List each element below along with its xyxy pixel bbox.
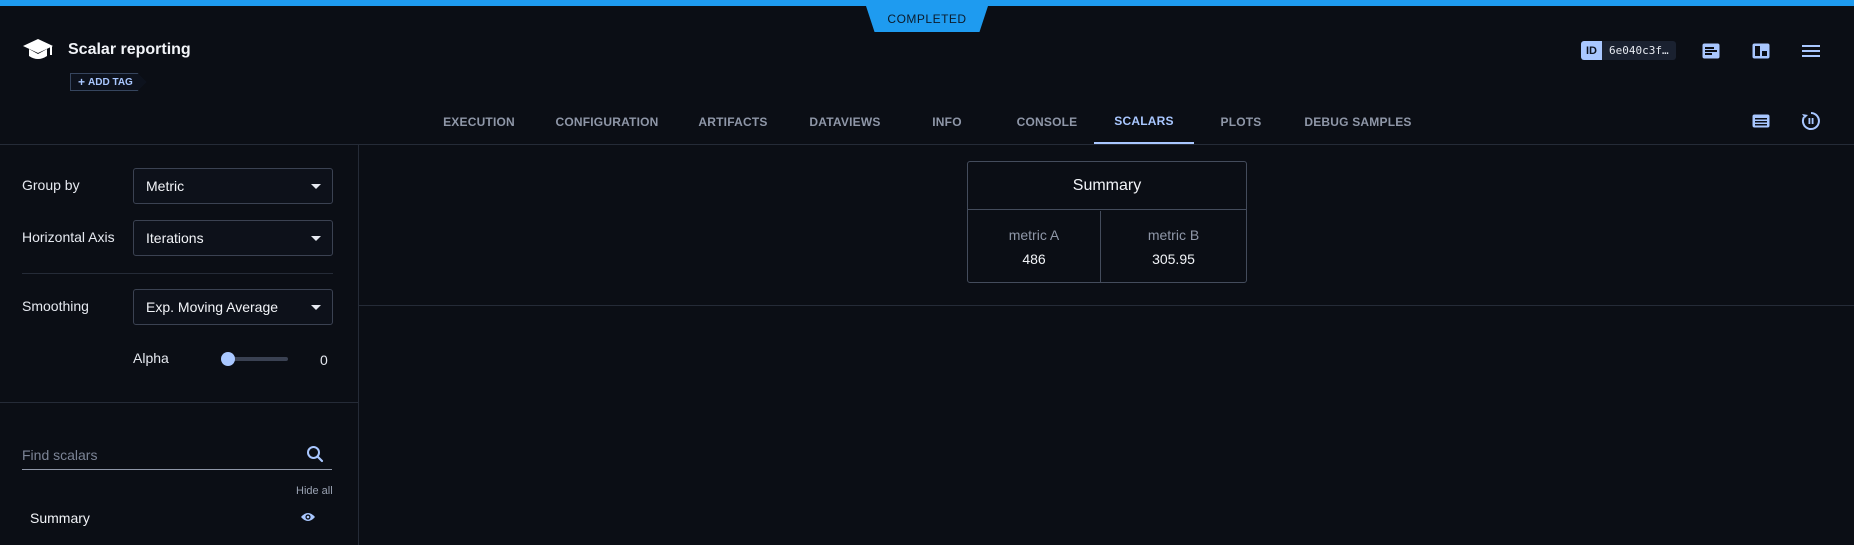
horizontal-axis-select[interactable]: Iterations <box>133 220 333 256</box>
task-tabs: EXECUTION CONFIGURATION ARTIFACTS DATAVI… <box>0 100 1854 144</box>
id-label: ID <box>1581 41 1602 60</box>
sidebar-divider <box>358 145 359 545</box>
eye-icon[interactable] <box>300 511 316 523</box>
smoothing-label: Smoothing <box>22 298 89 314</box>
horizontal-axis-value: Iterations <box>146 230 204 246</box>
alpha-slider-track[interactable] <box>228 357 288 361</box>
metric-value: 486 <box>1022 250 1046 267</box>
add-tag-button[interactable]: + ADD TAG <box>70 73 147 91</box>
tab-execution[interactable]: EXECUTION <box>436 100 522 144</box>
smoothing-value: Exp. Moving Average <box>146 299 279 315</box>
tab-debug-samples[interactable]: DEBUG SAMPLES <box>1298 100 1418 144</box>
group-by-select[interactable]: Metric <box>133 168 333 204</box>
add-tag-label: ADD TAG <box>88 76 133 88</box>
find-scalars-input[interactable] <box>22 440 332 470</box>
settings-divider <box>22 273 333 274</box>
group-by-label: Group by <box>22 177 80 193</box>
scalar-list-item[interactable]: Summary <box>30 510 90 526</box>
summary-card: Summary metric A 486 metric B 305.95 <box>967 161 1247 283</box>
tab-artifacts[interactable]: ARTIFACTS <box>692 100 774 144</box>
tab-info[interactable]: INFO <box>916 100 978 144</box>
graduation-cap-icon <box>23 39 53 59</box>
search-icon[interactable] <box>306 445 324 463</box>
tab-configuration[interactable]: CONFIGURATION <box>548 100 666 144</box>
group-by-value: Metric <box>146 178 185 194</box>
hide-all-button[interactable]: Hide all <box>296 485 333 497</box>
alpha-label: Alpha <box>133 350 169 366</box>
metric-name: metric B <box>1147 226 1200 243</box>
status-badge: COMPLETED <box>866 6 988 32</box>
auto-refresh-icon[interactable] <box>1800 110 1822 132</box>
task-id-chip[interactable]: ID 6e040c3f… <box>1581 41 1676 60</box>
details-icon[interactable] <box>1700 40 1722 62</box>
plus-icon: + <box>78 75 86 89</box>
list-view-icon[interactable] <box>1750 110 1772 132</box>
tab-dataviews[interactable]: DATAVIEWS <box>800 100 890 144</box>
summary-divider <box>359 305 1854 306</box>
menu-icon[interactable] <box>1800 40 1822 62</box>
alpha-slider-thumb[interactable] <box>221 352 235 366</box>
tab-scalars[interactable]: SCALARS <box>1094 100 1194 144</box>
summary-metric-a: metric A 486 <box>968 211 1100 282</box>
horizontal-axis-label: Horizontal Axis <box>22 229 115 245</box>
tab-plots[interactable]: PLOTS <box>1210 100 1272 144</box>
chevron-down-icon <box>311 305 321 310</box>
chevron-down-icon <box>311 236 321 241</box>
status-strip <box>0 0 1854 6</box>
summary-title: Summary <box>968 162 1246 210</box>
task-title: Scalar reporting <box>68 41 191 58</box>
metric-name: metric A <box>1008 226 1060 243</box>
panel-layout-icon[interactable] <box>1750 40 1772 62</box>
metric-value: 305.95 <box>1152 250 1195 267</box>
tab-console[interactable]: CONSOLE <box>1004 100 1090 144</box>
search-divider <box>0 402 358 403</box>
id-value: 6e040c3f… <box>1609 44 1669 57</box>
chevron-down-icon <box>311 184 321 189</box>
tabs-divider <box>0 144 1854 145</box>
alpha-value: 0 <box>320 352 328 368</box>
smoothing-select[interactable]: Exp. Moving Average <box>133 289 333 325</box>
summary-metric-b: metric B 305.95 <box>1101 211 1246 282</box>
